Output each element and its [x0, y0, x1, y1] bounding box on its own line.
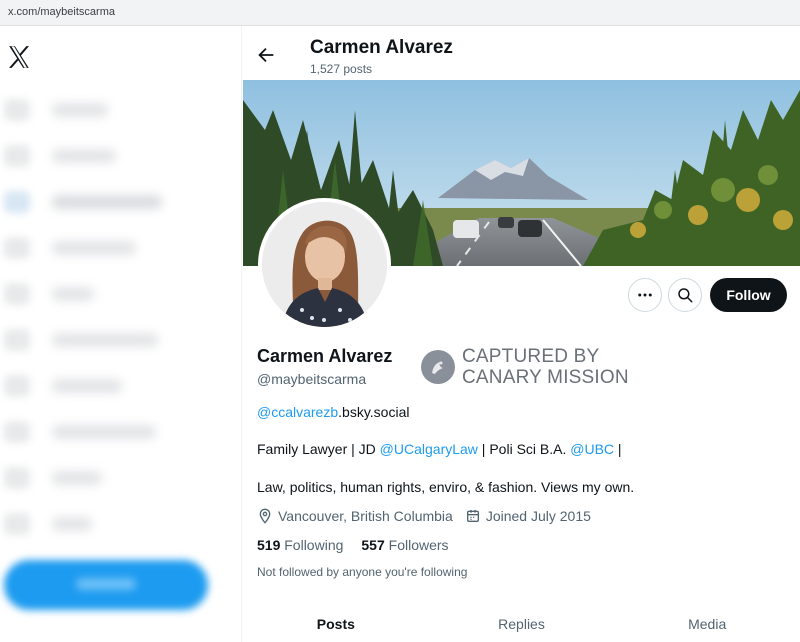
- tab-replies[interactable]: Replies: [429, 606, 615, 642]
- followers-link[interactable]: 557 Followers: [361, 537, 448, 553]
- joined-date: Joined July 2015: [465, 508, 591, 524]
- more-options-button[interactable]: [628, 278, 662, 312]
- arrow-left-icon[interactable]: [255, 44, 277, 66]
- bio-line-2: Law, politics, human rights, enviro, & f…: [257, 479, 635, 495]
- nav-item-messages[interactable]: [4, 234, 136, 262]
- nav-item-notifications[interactable]: [4, 188, 162, 216]
- profile-column: Carmen Alvarez 1,527 posts Follow Carmen…: [243, 26, 800, 642]
- profile-icon: [4, 467, 30, 489]
- search-icon: [678, 288, 693, 303]
- more-circle-icon: [4, 513, 30, 535]
- following-link[interactable]: 519 Following: [257, 537, 343, 553]
- bio-line-1: Family Lawyer | JD @UCalgaryLaw | Poli S…: [257, 441, 622, 457]
- joined-text: Joined July 2015: [485, 508, 591, 524]
- nav-item-grok[interactable]: [4, 280, 94, 308]
- mail-icon: [4, 237, 30, 259]
- home-icon: [4, 99, 30, 121]
- profile-meta: Vancouver, British Columbia Joined July …: [257, 508, 603, 524]
- nav-item-communities[interactable]: [4, 326, 158, 354]
- avatar-photo: [262, 202, 387, 327]
- mention-ucalgarylaw[interactable]: @UCalgaryLaw: [380, 441, 478, 457]
- more-horizontal-icon: [638, 293, 652, 297]
- post-button[interactable]: [4, 560, 208, 610]
- tab-posts[interactable]: Posts: [243, 606, 429, 642]
- location-text: Vancouver, British Columbia: [278, 508, 453, 524]
- nav-item-profile[interactable]: [4, 464, 102, 492]
- canary-seal-icon: [421, 350, 455, 384]
- nav-item-premium[interactable]: [4, 372, 122, 400]
- calendar-icon: [466, 510, 479, 522]
- bsky-suffix: .bsky.social: [338, 404, 410, 420]
- watermark-line1: CAPTURED BY: [462, 346, 600, 367]
- grok-icon: [4, 283, 30, 305]
- profile-header-bar: Carmen Alvarez 1,527 posts: [243, 26, 800, 80]
- profile-handle: @maybeitscarma: [257, 371, 367, 387]
- header-name: Carmen Alvarez: [310, 37, 453, 58]
- left-navigation: [0, 26, 242, 642]
- x-logo-icon[interactable]: [6, 44, 32, 70]
- watermark: CAPTURED BY CANARY MISSION: [421, 346, 629, 388]
- avatar[interactable]: [258, 198, 391, 331]
- profile-tabs: Posts Replies Media: [243, 606, 800, 642]
- mention-ubc[interactable]: @UBC: [570, 441, 614, 457]
- nav-item-verified-orgs[interactable]: [4, 418, 156, 446]
- bell-icon: [4, 191, 30, 213]
- search-profile-button[interactable]: [668, 278, 702, 312]
- premium-icon: [4, 375, 30, 397]
- bsky-link[interactable]: @ccalvarezb: [257, 404, 338, 420]
- nav-item-explore[interactable]: [4, 142, 116, 170]
- profile-name: Carmen Alvarez: [257, 346, 393, 366]
- profile-website: @ccalvarezb.bsky.social: [257, 404, 409, 420]
- location-pin-icon: [259, 508, 271, 524]
- follow-counts: 519 Following 557 Followers: [257, 537, 467, 553]
- follow-button[interactable]: Follow: [710, 278, 787, 312]
- url-text[interactable]: x.com/maybeitscarma: [8, 6, 115, 18]
- watermark-line2: CANARY MISSION: [462, 367, 629, 388]
- not-followed-notice: Not followed by anyone you're following: [257, 565, 468, 579]
- nav-item-more[interactable]: [4, 510, 92, 538]
- tab-media[interactable]: Media: [614, 606, 800, 642]
- location: Vancouver, British Columbia: [257, 508, 453, 524]
- nav-item-home[interactable]: [4, 96, 108, 124]
- browser-address-bar[interactable]: x.com/maybeitscarma: [0, 0, 800, 26]
- explore-icon: [4, 145, 30, 167]
- communities-icon: [4, 329, 30, 351]
- lightning-icon: [4, 421, 30, 443]
- header-posts-count: 1,527 posts: [310, 62, 373, 76]
